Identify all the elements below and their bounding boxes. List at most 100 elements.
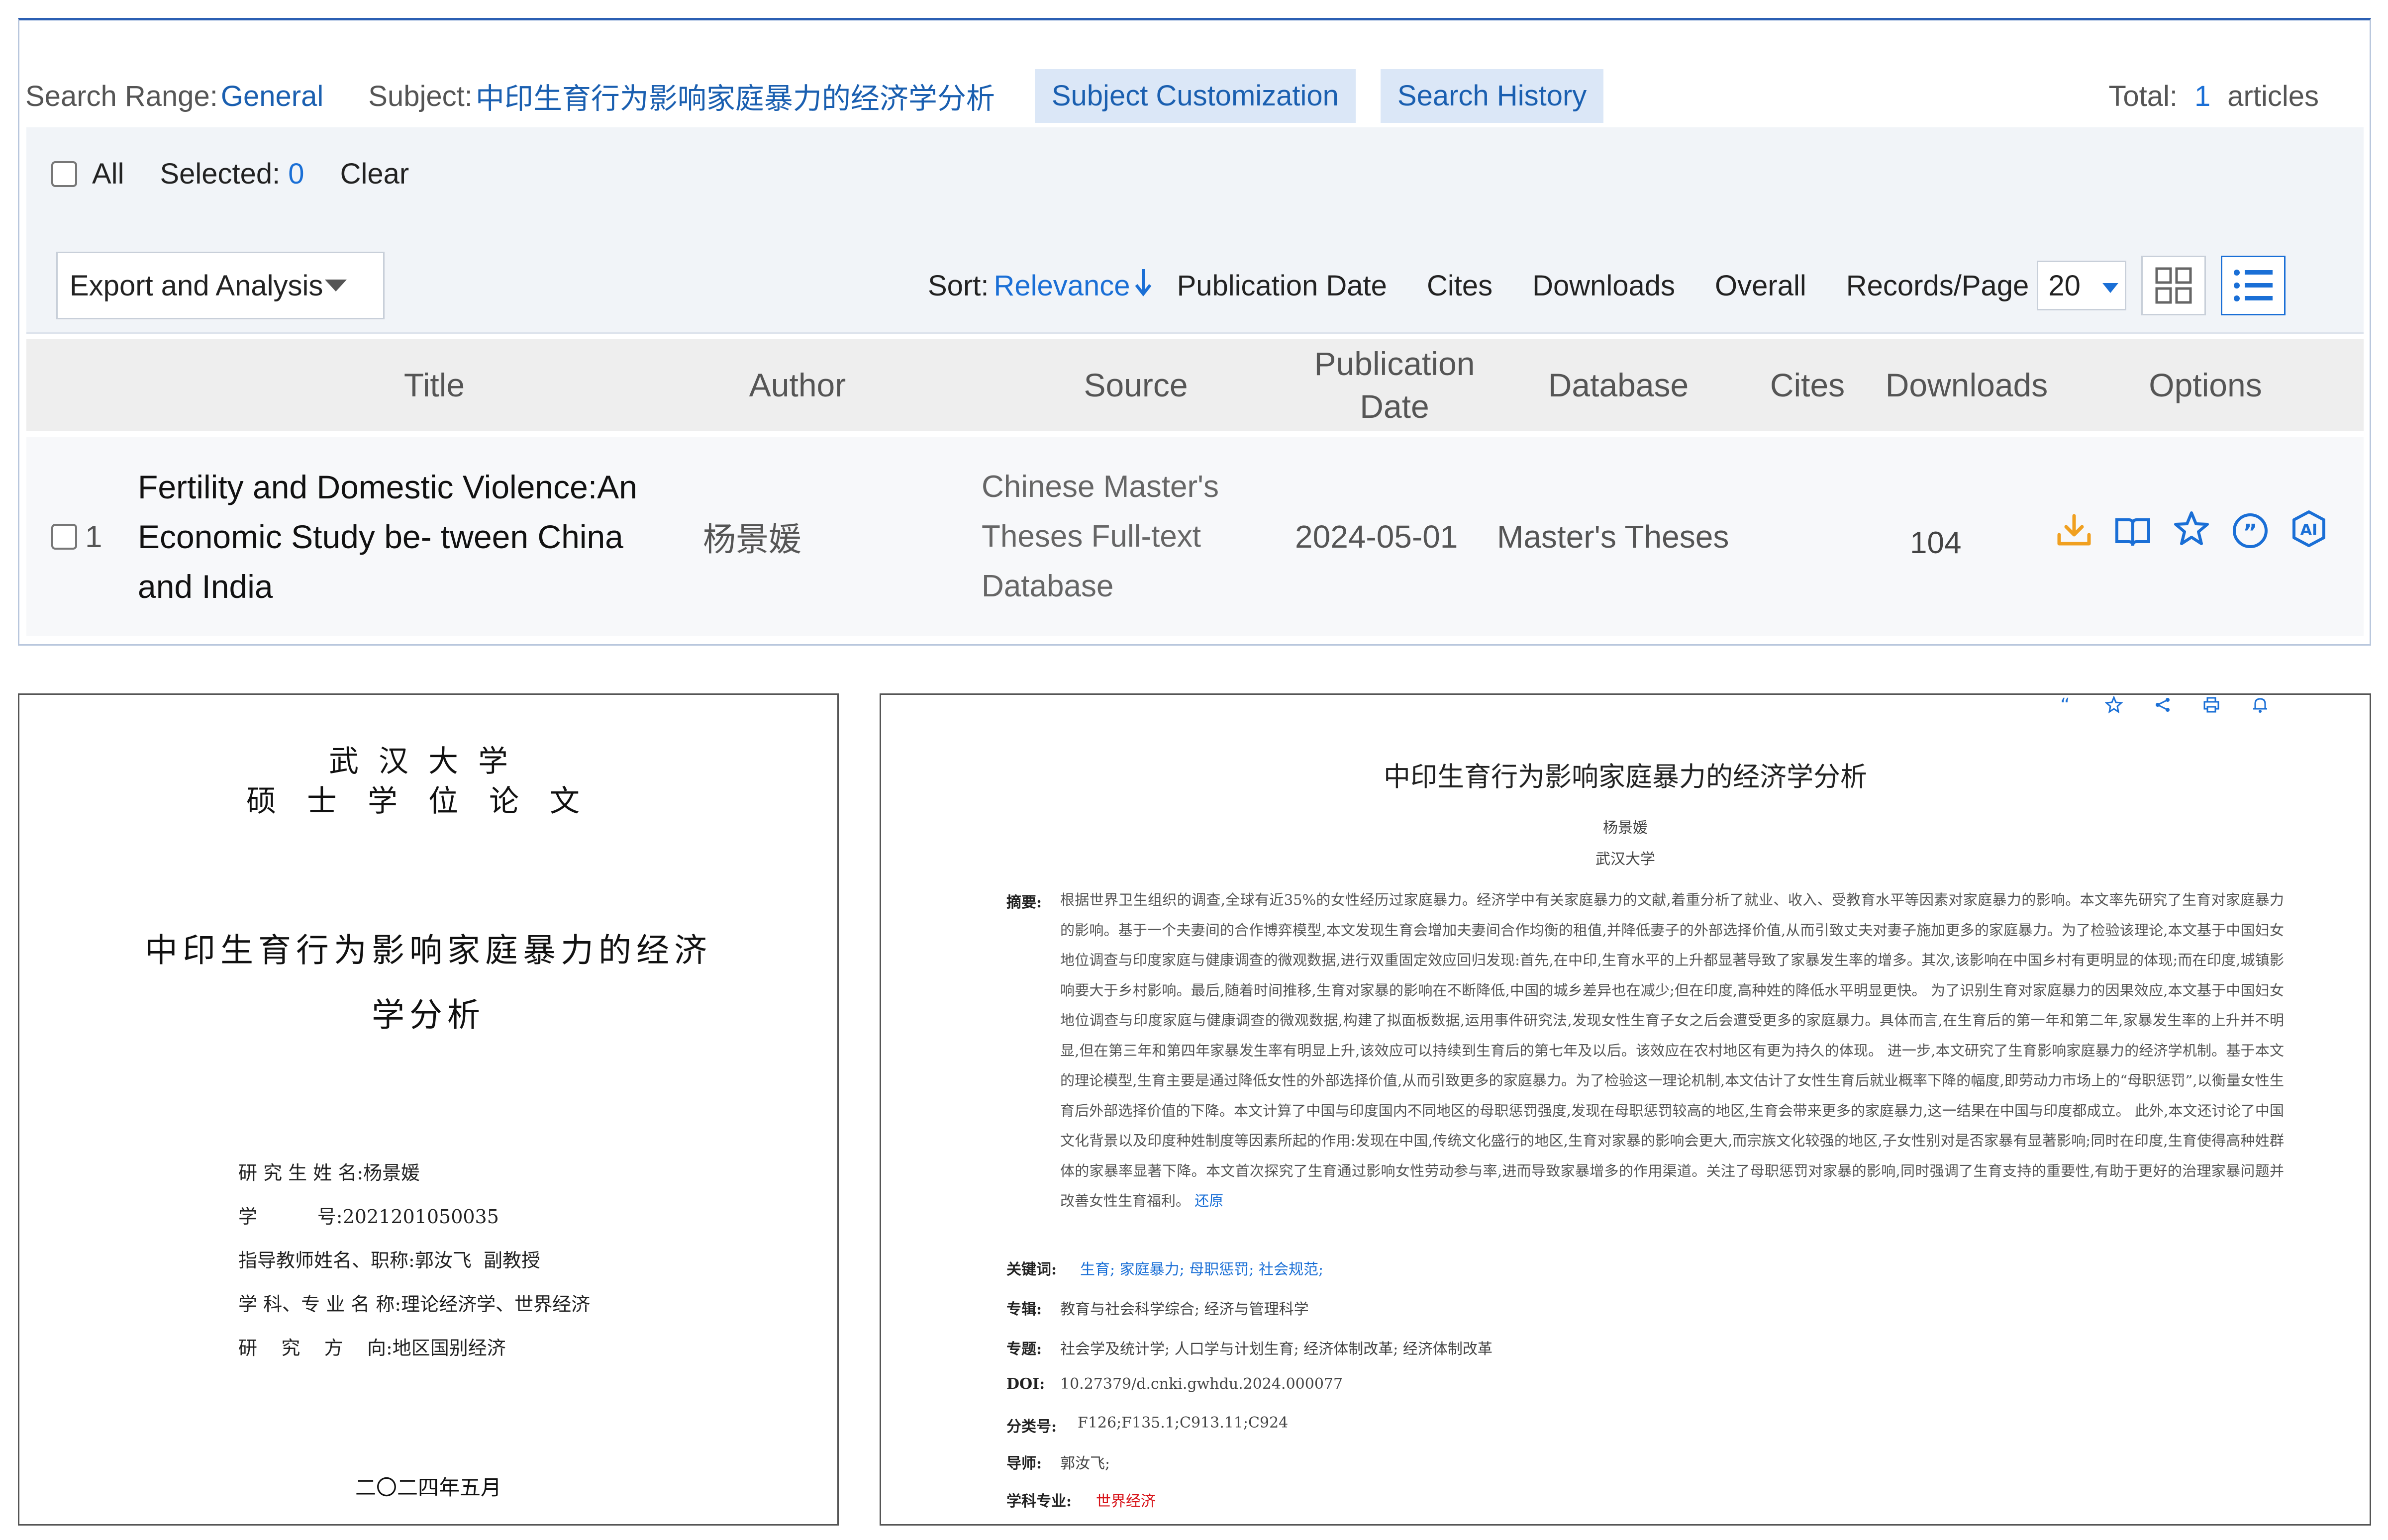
cover-info-key: 研 究 生 姓 名: <box>238 1162 364 1184</box>
sort-cites[interactable]: Cites <box>1427 269 1492 302</box>
ai-icon[interactable]: AI <box>2290 510 2328 548</box>
total-value: 1 <box>2194 80 2211 112</box>
search-history-button[interactable]: Search History <box>1380 69 1604 123</box>
favorite-star-icon[interactable] <box>2104 695 2124 715</box>
chevron-down-icon <box>2102 283 2118 293</box>
restore-link[interactable]: 还原 <box>1194 1192 1223 1209</box>
sort-downloads[interactable]: Downloads <box>1532 269 1675 302</box>
cover-info-key: 学 科、专 业 名 称: <box>238 1293 401 1315</box>
keyword-link[interactable]: 生育; <box>1080 1261 1115 1278</box>
header-cites[interactable]: Cites <box>1748 339 1867 431</box>
quote-icon[interactable]: “ <box>2055 695 2075 715</box>
search-results-panel: Search Range: General Subject: 中印生育行为影响家… <box>18 18 2371 646</box>
selection-row: All Selected: 0 Clear <box>51 157 409 191</box>
search-range-label: Search Range: <box>25 80 218 112</box>
cover-info-line: 研 究 方 向:地区国别经济 <box>238 1333 506 1360</box>
cover-info-value: 理论经济学、世界经济 <box>401 1293 591 1315</box>
cover-info-key: 学 号: <box>238 1206 343 1228</box>
sort-overall[interactable]: Overall <box>1715 269 1806 302</box>
clear-selection-button[interactable]: Clear <box>340 157 409 191</box>
article-author[interactable]: 杨景媛 <box>881 815 2370 837</box>
svg-text:”: ” <box>2243 520 2258 545</box>
total-count: Total: 1 articles <box>2108 80 2319 113</box>
keyword-link[interactable]: 母职惩罚; <box>1189 1261 1254 1278</box>
header-title[interactable]: Title <box>305 339 564 431</box>
topic-label: 专题: <box>1006 1341 1042 1358</box>
cover-info-key: 指导教师姓名、职称: <box>238 1250 415 1271</box>
export-analysis-label: Export and Analysis <box>70 269 323 302</box>
abstract-detail-page: “ 中印生育行为影响家庭暴力的经济学分析 杨景媛 武汉大学 摘要: 根据世界卫生… <box>880 693 2371 1526</box>
read-book-icon[interactable] <box>2114 513 2152 551</box>
svg-text:AI: AI <box>2300 521 2317 539</box>
series-label: 专辑: <box>1006 1301 1042 1318</box>
header-options: Options <box>2149 366 2262 403</box>
sort-desc-arrow-icon <box>1133 267 1153 304</box>
bell-icon[interactable] <box>2250 695 2270 715</box>
doi-value: 10.27379/d.cnki.gwhdu.2024.000077 <box>1060 1375 1343 1393</box>
article-organization[interactable]: 武汉大学 <box>881 847 2370 868</box>
cover-date: 二〇二四年五月 <box>355 1475 501 1500</box>
records-per-page-select[interactable]: 20 <box>2037 261 2127 310</box>
row-title-link[interactable]: Fertility and Domestic Violence:An Econo… <box>138 452 675 621</box>
list-view-button[interactable] <box>2221 256 2286 315</box>
classification-label: 分类号: <box>1006 1418 1057 1436</box>
table-row: 1 Fertility and Domestic Violence:An Eco… <box>26 437 2364 636</box>
cover-title-line-2: 学分析 <box>372 996 485 1034</box>
print-icon[interactable] <box>2201 695 2221 715</box>
header-publication-date[interactable]: Publication Date <box>1290 339 1499 431</box>
major-value[interactable]: 世界经济 <box>1096 1489 1156 1511</box>
advisor-value[interactable]: 郭汝飞; <box>1060 1451 1110 1473</box>
cover-info-value: 杨景媛 <box>363 1162 420 1184</box>
abstract-toolbar: “ <box>2055 695 2299 715</box>
row-select: 1 <box>51 437 102 636</box>
share-icon[interactable] <box>2153 695 2173 715</box>
sort-relevance[interactable]: Relevance <box>994 269 1130 302</box>
header-database: Database <box>1548 366 1689 403</box>
total-label: Total: <box>2108 80 2178 112</box>
cover-info-line: 学 科、专 业 名 称:理论经济学、世界经济 <box>238 1289 590 1316</box>
subject-value[interactable]: 中印生育行为影响家庭暴力的经济学分析 <box>476 75 995 117</box>
select-all-label[interactable]: All <box>92 157 124 191</box>
cover-info-line: 研 究 生 姓 名:杨景媛 <box>238 1157 420 1185</box>
selected-count: 0 <box>288 158 304 190</box>
subject-customization-button[interactable]: Subject Customization <box>1034 69 1356 123</box>
row-author-link[interactable]: 杨景媛 <box>703 437 801 636</box>
cover-info-line: 学 号:2021201050035 <box>238 1201 499 1229</box>
classification-value: F126;F135.1;C913.11;C924 <box>1078 1414 1289 1432</box>
doi-label: DOI: <box>1006 1375 1045 1393</box>
abstract-text: 根据世界卫生组织的调查,全球有近35%的女性经历过家庭暴力。经济学中有关家庭暴力… <box>1060 885 2284 1216</box>
cover-degree: 硕士学位论文 <box>246 784 610 819</box>
sort-publication-date[interactable]: Publication Date <box>1177 269 1387 302</box>
download-icon[interactable] <box>2055 512 2093 550</box>
quote-icon[interactable]: ” <box>2231 512 2269 550</box>
series-value: 教育与社会科学综合; 经济与管理科学 <box>1060 1301 1309 1318</box>
select-all-checkbox[interactable] <box>51 161 77 187</box>
thesis-cover-page: 武汉大学 硕士学位论文 中印生育行为影响家庭暴力的经济 学分析 研 究 生 姓 … <box>18 693 839 1526</box>
results-toolbar: All Selected: 0 Clear Export and Analysi… <box>26 127 2364 334</box>
search-range-value[interactable]: General <box>221 80 323 113</box>
cover-info-key: 研 究 方 向: <box>238 1337 393 1359</box>
row-checkbox[interactable] <box>51 524 77 550</box>
keyword-link[interactable]: 社会规范; <box>1259 1261 1323 1278</box>
keyword-link[interactable]: 家庭暴力; <box>1120 1261 1185 1278</box>
search-meta-row: Search Range: General Subject: 中印生育行为影响家… <box>25 66 2364 126</box>
subject-label: Subject: <box>368 80 473 112</box>
chevron-down-icon <box>325 280 347 291</box>
sort-label: Sort: <box>928 269 989 302</box>
favorite-star-icon[interactable] <box>2173 510 2210 548</box>
row-source-link[interactable]: Chinese Master's Theses Full-text Databa… <box>982 452 1260 621</box>
cover-info-value: 2021201050035 <box>342 1206 499 1228</box>
records-per-page-label: Records/Page <box>1846 269 2029 302</box>
total-suffix: articles <box>2227 80 2319 112</box>
svg-text:“: “ <box>2060 696 2070 714</box>
header-downloads[interactable]: Downloads <box>1862 339 2071 431</box>
grid-view-button[interactable] <box>2141 256 2206 315</box>
grid-view-icon <box>2155 267 2192 304</box>
row-publication-date: 2024-05-01 <box>1295 519 1458 555</box>
row-index: 1 <box>85 519 102 554</box>
row-database: Master's Theses <box>1497 519 1729 555</box>
export-analysis-dropdown[interactable]: Export and Analysis <box>56 252 385 319</box>
cover-title-line-1: 中印生育行为影响家庭暴力的经济 <box>145 931 712 969</box>
topic-value: 社会学及统计学; 人口学与计划生育; 经济体制改革; 经济体制改革 <box>1060 1341 1492 1358</box>
header-source: Source <box>1084 366 1188 403</box>
